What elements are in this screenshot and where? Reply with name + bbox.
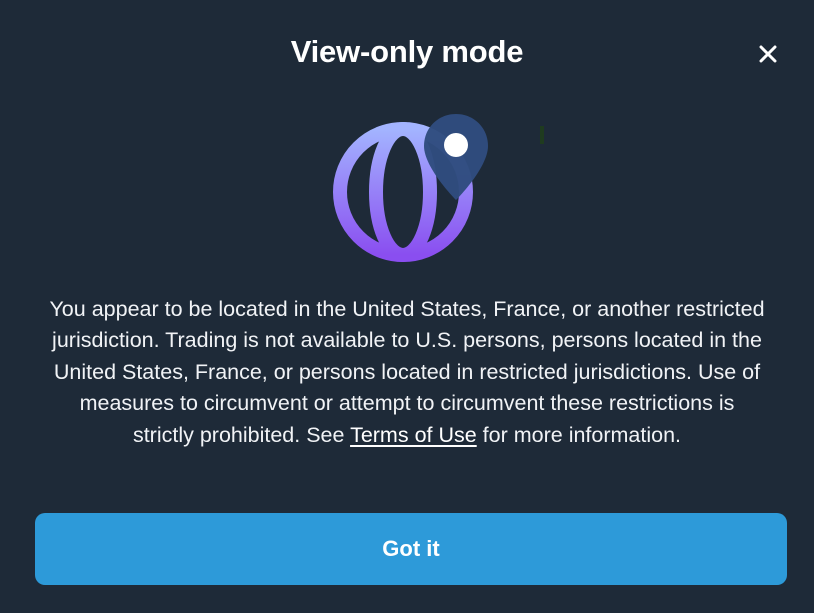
terms-of-use-link[interactable]: Terms of Use bbox=[350, 423, 477, 447]
decorative-mark bbox=[540, 126, 544, 144]
message-text-after: for more information. bbox=[476, 422, 682, 447]
modal-title: View-only mode bbox=[290, 34, 524, 69]
got-it-button[interactable]: Got it bbox=[35, 513, 787, 585]
close-button[interactable] bbox=[750, 36, 786, 72]
view-only-modal: View-only mode You appear to be located … bbox=[0, 0, 814, 613]
restriction-message: You appear to be located in the United S… bbox=[48, 294, 766, 451]
close-icon bbox=[759, 45, 777, 63]
location-illustration bbox=[333, 114, 488, 262]
